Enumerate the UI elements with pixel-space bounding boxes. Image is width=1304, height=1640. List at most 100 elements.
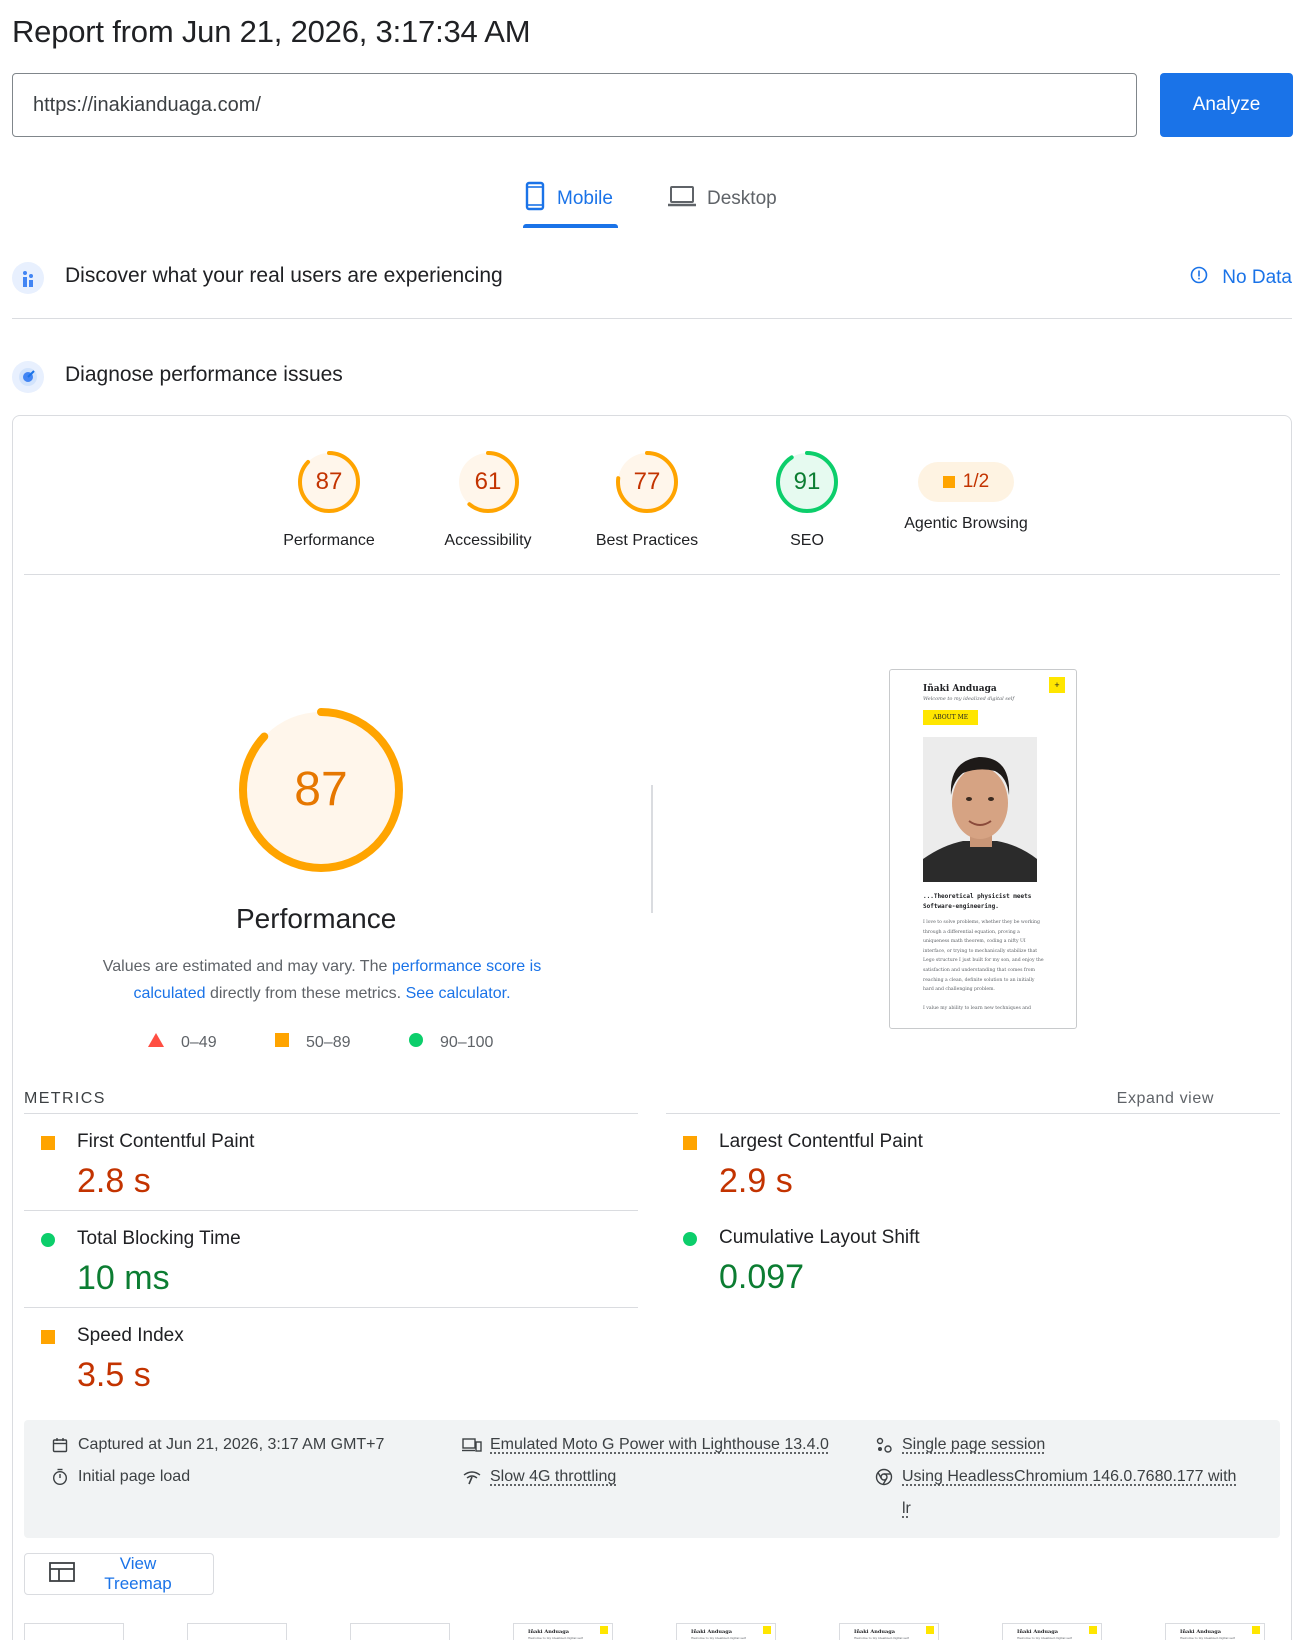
chrome-icon bbox=[874, 1461, 894, 1493]
laptop-icon bbox=[667, 184, 697, 214]
smartphone-icon bbox=[523, 181, 547, 217]
signal-icon bbox=[462, 1461, 482, 1493]
gauge-seo-label: SEO bbox=[732, 532, 882, 550]
headline-line-2: Software-engineering. bbox=[923, 903, 999, 910]
square-icon bbox=[41, 1330, 55, 1349]
diagnose-icon bbox=[12, 361, 44, 393]
emulated-device[interactable]: Emulated Moto G Power with Lighthouse 13… bbox=[462, 1429, 829, 1461]
performance-title: Performance bbox=[236, 903, 396, 935]
gauge-accessibility[interactable]: 61 Accessibility bbox=[413, 449, 563, 550]
frame-tagline: Welcome to my idealized digital self bbox=[1017, 1636, 1072, 1640]
single-page-session[interactable]: Single page session bbox=[874, 1429, 1045, 1461]
throttling-text: Slow 4G throttling bbox=[490, 1461, 616, 1493]
gauge-best-practices-score: 77 bbox=[614, 449, 680, 515]
filmstrip-frame: Iñaki Anduaga Welcome to my idealized dig… bbox=[1165, 1623, 1265, 1640]
tab-desktop-label: Desktop bbox=[707, 188, 777, 210]
frame-site-name: Iñaki Anduaga bbox=[854, 1629, 895, 1635]
filmstrip-frame bbox=[24, 1623, 124, 1640]
circle-icon bbox=[408, 1032, 424, 1053]
browser-text-line-2: lr bbox=[902, 1500, 911, 1517]
frame-site-name: Iñaki Anduaga bbox=[528, 1629, 569, 1635]
gauge-agentic-browsing-label: Agentic Browsing bbox=[891, 515, 1041, 533]
gauge-agentic-browsing[interactable]: 1/2 Agentic Browsing bbox=[891, 449, 1041, 533]
metric-total-blocking-time: Total Blocking Time 10 ms bbox=[24, 1210, 638, 1307]
performance-big-score: 87 bbox=[238, 707, 404, 873]
frame-tagline: Welcome to my idealized digital self bbox=[1180, 1636, 1235, 1640]
analyze-button[interactable]: Analyze bbox=[1160, 73, 1293, 137]
metric-value: 3.5 s bbox=[77, 1356, 151, 1395]
headline-line-1: ...Theoretical physicist meets bbox=[923, 893, 1031, 900]
filmstrip-frame bbox=[187, 1623, 287, 1640]
plus-icon bbox=[600, 1626, 608, 1634]
gauge-performance[interactable]: 87 Performance bbox=[254, 449, 404, 550]
gauges-divider bbox=[24, 574, 1280, 575]
screenshot-tagline: Welcome to my idealized digital self bbox=[923, 696, 1014, 702]
metric-name: Largest Contentful Paint bbox=[719, 1131, 923, 1153]
calendar-icon bbox=[50, 1429, 70, 1461]
plus-icon bbox=[926, 1626, 934, 1634]
view-treemap-button[interactable]: View Treemap bbox=[24, 1553, 214, 1595]
metric-largest-contentful-paint: Largest Contentful Paint 2.9 s bbox=[666, 1113, 1280, 1210]
legend-good: 90–100 bbox=[408, 1032, 493, 1053]
square-icon bbox=[41, 1136, 55, 1155]
vertical-separator bbox=[651, 785, 653, 913]
device-text: Emulated Moto G Power with Lighthouse 13… bbox=[490, 1429, 829, 1461]
frame-site-name: Iñaki Anduaga bbox=[691, 1629, 732, 1635]
plus-icon bbox=[1089, 1626, 1097, 1634]
frame-tagline: Welcome to my idealized digital self bbox=[528, 1636, 583, 1640]
gauge-seo[interactable]: 91 SEO bbox=[732, 449, 882, 550]
average-square-icon bbox=[943, 476, 955, 488]
profile-photo bbox=[923, 737, 1037, 882]
gauge-accessibility-score: 61 bbox=[455, 449, 521, 515]
agentic-browsing-pill: 1/2 bbox=[918, 462, 1014, 502]
tab-mobile[interactable]: Mobile bbox=[523, 170, 618, 228]
final-screenshot[interactable]: Iñaki Anduaga Welcome to my idealized di… bbox=[889, 669, 1077, 1029]
metric-value: 2.8 s bbox=[77, 1162, 151, 1201]
treemap-icon bbox=[49, 1562, 75, 1587]
field-data-heading: Discover what your real users are experi… bbox=[65, 264, 503, 288]
desc-text: Values are estimated and may vary. The bbox=[103, 958, 392, 975]
legend-poor: 0–49 bbox=[147, 1032, 217, 1053]
no-data-label: No Data bbox=[1222, 267, 1292, 289]
network-throttling[interactable]: Slow 4G throttling bbox=[462, 1461, 616, 1493]
metric-speed-index: Speed Index 3.5 s bbox=[24, 1307, 638, 1404]
desc-text-middle: directly from these metrics. bbox=[206, 985, 406, 1002]
info-icon bbox=[1190, 266, 1208, 290]
frame-tagline: Welcome to my idealized digital self bbox=[854, 1636, 909, 1640]
plus-icon bbox=[1252, 1626, 1260, 1634]
frame-tagline: Welcome to my idealized digital self bbox=[691, 1636, 746, 1640]
metric-value: 10 ms bbox=[77, 1259, 170, 1298]
screenshot-site-name: Iñaki Anduaga bbox=[923, 684, 997, 694]
screenshot-headline: ...Theoretical physicist meets Software-e… bbox=[923, 892, 1031, 912]
triangle-icon bbox=[147, 1032, 165, 1053]
metric-name: Total Blocking Time bbox=[77, 1228, 241, 1250]
plus-icon bbox=[763, 1626, 771, 1634]
expand-view-toggle[interactable]: Expand view bbox=[1117, 1090, 1214, 1108]
tab-desktop[interactable]: Desktop bbox=[667, 170, 777, 228]
browser-version[interactable]: Using HeadlessChromium 146.0.7680.177 wi… bbox=[874, 1461, 1274, 1525]
metric-value: 0.097 bbox=[719, 1258, 804, 1297]
square-icon bbox=[274, 1032, 290, 1053]
metrics-label: METRICS bbox=[24, 1090, 106, 1108]
see-calculator-link[interactable]: See calculator. bbox=[406, 985, 511, 1002]
legend-average: 50–89 bbox=[274, 1032, 351, 1053]
url-input[interactable] bbox=[12, 73, 1137, 137]
active-tab-indicator bbox=[523, 224, 618, 228]
screenshot-about-badge: ABOUT ME bbox=[923, 710, 978, 725]
browser-text: Using HeadlessChromium 146.0.7680.177 wi… bbox=[902, 1461, 1236, 1525]
filmstrip-frame: Iñaki Anduaga Welcome to my idealized dig… bbox=[513, 1623, 613, 1640]
legend-average-label: 50–89 bbox=[306, 1034, 351, 1052]
metric-name: First Contentful Paint bbox=[77, 1131, 254, 1153]
browser-text-line-1: Using HeadlessChromium 146.0.7680.177 wi… bbox=[902, 1468, 1236, 1485]
gauge-best-practices[interactable]: 77 Best Practices bbox=[572, 449, 722, 550]
metric-first-contentful-paint: First Contentful Paint 2.8 s bbox=[24, 1113, 638, 1210]
gauge-best-practices-label: Best Practices bbox=[572, 532, 722, 550]
circle-icon bbox=[41, 1233, 55, 1252]
tab-mobile-label: Mobile bbox=[557, 188, 613, 210]
body-text-2: I value my ability to learn new techniqu… bbox=[923, 1006, 1031, 1011]
filmstrip-frame: Iñaki Anduaga Welcome to my idealized dig… bbox=[839, 1623, 939, 1640]
captured-text: Captured at Jun 21, 2026, 3:17 AM GMT+7 bbox=[78, 1429, 384, 1461]
frame-site-name: Iñaki Anduaga bbox=[1180, 1629, 1221, 1635]
gauge-seo-score: 91 bbox=[774, 449, 840, 515]
filmstrip-frame: Iñaki Anduaga Welcome to my idealized dig… bbox=[1002, 1623, 1102, 1640]
